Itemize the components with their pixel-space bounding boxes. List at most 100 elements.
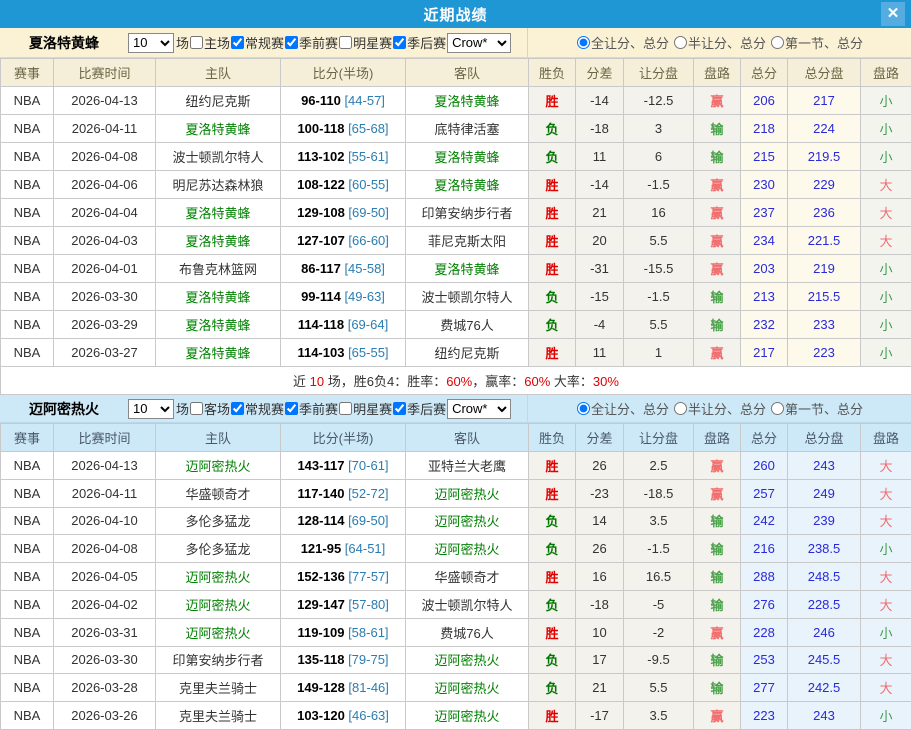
team-section: 迈阿密热火 10 场 客场常规赛季前赛明星赛季后赛 Crow* 全让分、总分半让… <box>0 395 911 730</box>
cell-total-points: 257 <box>741 479 788 507</box>
cell-home-team: 夏洛特黄蜂 <box>156 339 281 367</box>
cell-handicap-line: -1.5 <box>624 171 694 199</box>
radio-half-handicap-total[interactable]: 半让分、总分 <box>673 33 766 52</box>
cell-league: NBA <box>1 563 54 591</box>
checkbox-preseason-input[interactable] <box>285 36 298 49</box>
cell-home-team: 迈阿密热火 <box>156 452 281 480</box>
checkbox-regular-season-input[interactable] <box>231 402 244 415</box>
filter-checkboxes: 客场常规赛季前赛明星赛季后赛 <box>189 399 446 418</box>
checkbox-playoffs-input[interactable] <box>393 402 406 415</box>
cell-point-diff: 10 <box>576 618 624 646</box>
radio-first-quarter-total-input[interactable] <box>771 402 784 415</box>
cell-score: 99-114 [49-63] <box>281 283 406 311</box>
games-count-select[interactable]: 10 <box>128 399 174 419</box>
cell-handicap-result: 输 <box>694 590 741 618</box>
bookmaker-select[interactable]: Crow* <box>447 399 511 419</box>
radio-half-handicap-total-input[interactable] <box>674 36 687 49</box>
checkbox-preseason[interactable]: 季前赛 <box>284 399 338 418</box>
checkbox-venue[interactable]: 主场 <box>189 33 230 52</box>
cell-home-team: 波士顿凯尔特人 <box>156 143 281 171</box>
checkbox-regular-season[interactable]: 常规赛 <box>230 33 284 52</box>
cell-home-team: 多伦多猛龙 <box>156 535 281 563</box>
cell-date: 2026-04-02 <box>54 590 156 618</box>
cell-handicap-line: 3.5 <box>624 507 694 535</box>
checkbox-preseason[interactable]: 季前赛 <box>284 33 338 52</box>
cell-over-under: 小 <box>861 283 911 311</box>
cell-point-diff: 20 <box>576 227 624 255</box>
cell-league: NBA <box>1 199 54 227</box>
cell-league: NBA <box>1 311 54 339</box>
cell-home-team: 华盛顿奇才 <box>156 479 281 507</box>
checkbox-playoffs[interactable]: 季后赛 <box>392 399 446 418</box>
cell-total-line: 223 <box>788 339 861 367</box>
cell-date: 2026-03-26 <box>54 702 156 730</box>
checkbox-regular-season-input[interactable] <box>231 36 244 49</box>
cell-league: NBA <box>1 143 54 171</box>
games-unit-label: 场 <box>176 33 189 52</box>
cell-league: NBA <box>1 674 54 702</box>
cell-handicap-line: 2.5 <box>624 452 694 480</box>
checkbox-allstar-game-input[interactable] <box>339 36 352 49</box>
cell-point-diff: 26 <box>576 452 624 480</box>
cell-date: 2026-04-06 <box>54 171 156 199</box>
checkbox-allstar-game-input[interactable] <box>339 402 352 415</box>
cell-total-line: 219 <box>788 255 861 283</box>
radio-full-handicap-total[interactable]: 全让分、总分 <box>576 399 669 418</box>
cell-handicap-result: 输 <box>694 283 741 311</box>
checkbox-allstar-game[interactable]: 明星赛 <box>338 399 392 418</box>
cell-handicap-line: -18.5 <box>624 479 694 507</box>
table-body: NBA2026-04-13纽约尼克斯96-110 [44-57]夏洛特黄蜂胜-1… <box>1 87 911 395</box>
radio-half-handicap-total-input[interactable] <box>674 402 687 415</box>
close-button[interactable]: ✕ <box>881 2 905 26</box>
cell-handicap-line: 5.5 <box>624 674 694 702</box>
radio-full-handicap-total-input[interactable] <box>577 36 590 49</box>
cell-away-team: 亚特兰大老鹰 <box>406 452 529 480</box>
radio-label: 全让分、总分 <box>591 399 669 418</box>
checkbox-playoffs[interactable]: 季后赛 <box>392 33 446 52</box>
checkbox-regular-season[interactable]: 常规赛 <box>230 399 284 418</box>
checkbox-venue[interactable]: 客场 <box>189 399 230 418</box>
table-row: NBA2026-04-11夏洛特黄蜂100-118 [65-68]底特律活塞负-… <box>1 115 911 143</box>
cell-win-loss: 胜 <box>529 199 576 227</box>
cell-point-diff: -15 <box>576 283 624 311</box>
cell-home-team: 夏洛特黄蜂 <box>156 227 281 255</box>
cell-handicap-result: 赢 <box>694 199 741 227</box>
cell-date: 2026-04-13 <box>54 87 156 115</box>
cell-total-points: 213 <box>741 283 788 311</box>
checkbox-label: 常规赛 <box>245 33 284 52</box>
radio-first-quarter-total[interactable]: 第一节、总分 <box>770 33 863 52</box>
header-row: 赛事比赛时间主队比分(半场)客队胜负分差让分盘盘路总分总分盘盘路 <box>1 424 911 452</box>
table-row: NBA2026-04-13纽约尼克斯96-110 [44-57]夏洛特黄蜂胜-1… <box>1 87 911 115</box>
cell-score: 114-118 [69-64] <box>281 311 406 339</box>
radio-first-quarter-total-input[interactable] <box>771 36 784 49</box>
checkbox-playoffs-input[interactable] <box>393 36 406 49</box>
cell-league: NBA <box>1 590 54 618</box>
checkbox-venue-input[interactable] <box>190 402 203 415</box>
radio-full-handicap-total-input[interactable] <box>577 402 590 415</box>
radio-full-handicap-total[interactable]: 全让分、总分 <box>576 33 669 52</box>
checkbox-venue-input[interactable] <box>190 36 203 49</box>
cell-home-team: 多伦多猛龙 <box>156 507 281 535</box>
column-header: 比分(半场) <box>281 59 406 87</box>
cell-handicap-line: 5.5 <box>624 227 694 255</box>
cell-date: 2026-03-30 <box>54 283 156 311</box>
checkbox-preseason-input[interactable] <box>285 402 298 415</box>
radio-first-quarter-total[interactable]: 第一节、总分 <box>770 399 863 418</box>
cell-win-loss: 胜 <box>529 339 576 367</box>
radio-label: 半让分、总分 <box>688 399 766 418</box>
checkbox-allstar-game[interactable]: 明星赛 <box>338 33 392 52</box>
games-count-select[interactable]: 10 <box>128 33 174 53</box>
cell-over-under: 大 <box>861 479 911 507</box>
cell-win-loss: 胜 <box>529 702 576 730</box>
cell-handicap-line: 5.5 <box>624 311 694 339</box>
cell-over-under: 大 <box>861 171 911 199</box>
cell-home-team: 夏洛特黄蜂 <box>156 115 281 143</box>
cell-over-under: 小 <box>861 255 911 283</box>
bookmaker-select[interactable]: Crow* <box>447 33 511 53</box>
cell-total-line: 221.5 <box>788 227 861 255</box>
radio-half-handicap-total[interactable]: 半让分、总分 <box>673 399 766 418</box>
column-header: 胜负 <box>529 424 576 452</box>
cell-home-team: 克里夫兰骑士 <box>156 702 281 730</box>
cell-point-diff: -18 <box>576 590 624 618</box>
column-header: 赛事 <box>1 424 54 452</box>
